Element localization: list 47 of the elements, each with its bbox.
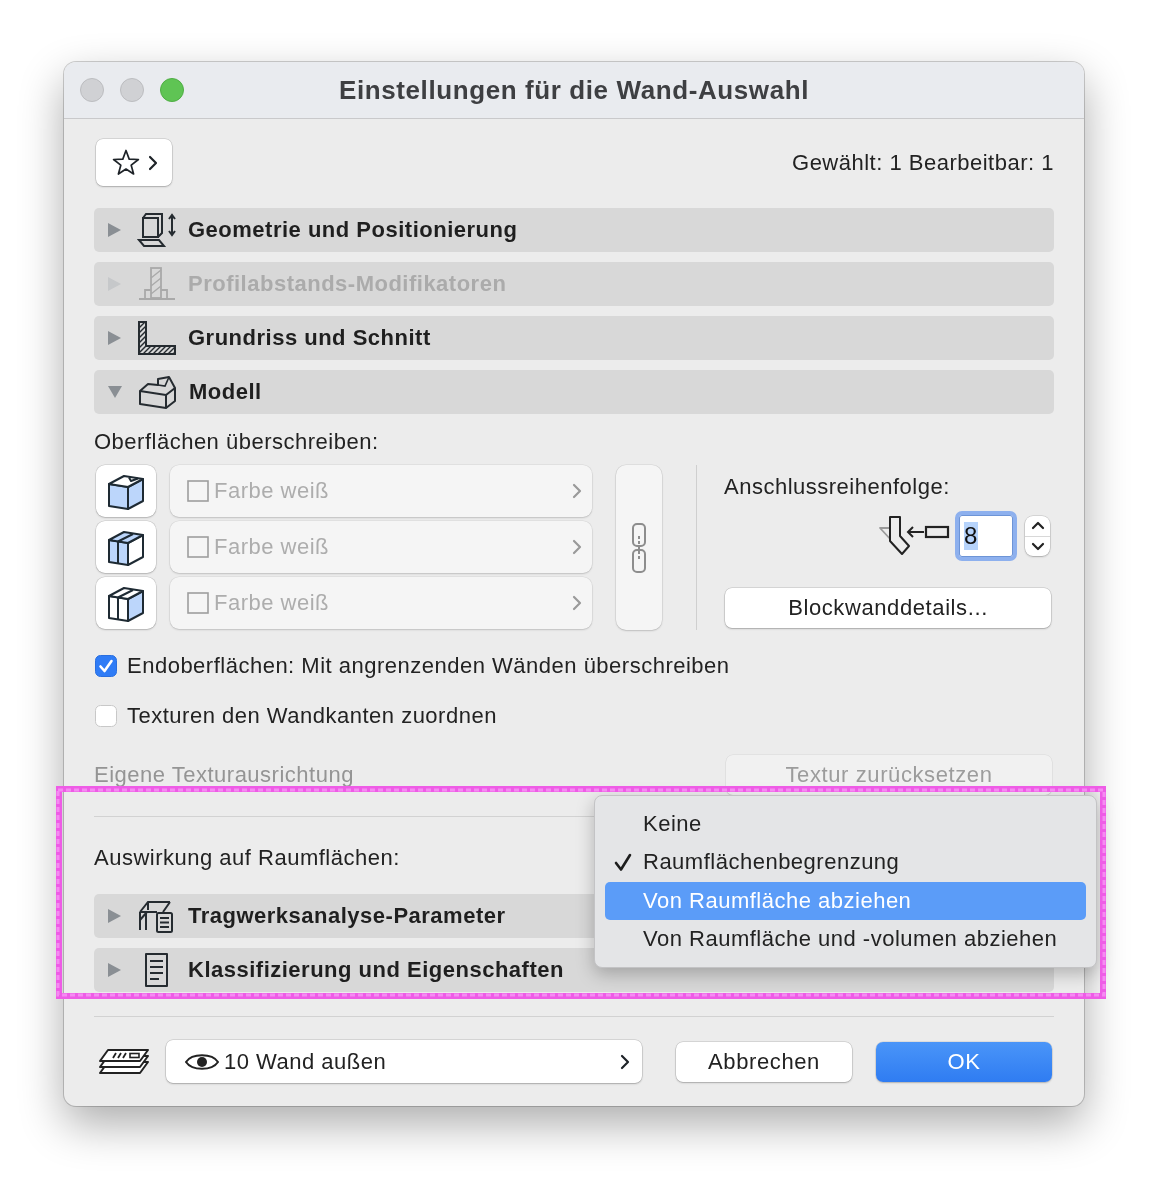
checkbox-label: Endoberflächen: Mit angrenzenden Wänden überschreiben — [127, 653, 730, 679]
chevron-right-icon — [572, 539, 582, 555]
menu-item[interactable]: Raumflächenbegrenzung — [605, 843, 1086, 882]
zoom-button[interactable] — [160, 78, 184, 102]
surface-button[interactable] — [96, 465, 156, 517]
disclosure-triangle-icon[interactable] — [107, 222, 122, 238]
number-field[interactable]: 8 — [955, 511, 1017, 561]
box-height-icon — [137, 212, 177, 248]
menu-item[interactable]: Keine — [605, 805, 1086, 844]
chevron-down-icon[interactable] — [1030, 542, 1045, 551]
wall-junction-icon — [878, 514, 950, 558]
chevron-right-icon — [620, 1053, 630, 1070]
surface-button[interactable] — [96, 577, 156, 629]
chevron-up-icon[interactable] — [1030, 521, 1045, 530]
section-header[interactable]: Grundriss und Schnitt — [94, 316, 1054, 360]
selection-count: Gewählt: 1 Bearbeitbar: 1 — [792, 149, 1054, 176]
disclosure-triangle-icon[interactable] — [107, 908, 122, 924]
checkbox[interactable] — [95, 655, 117, 677]
checkbox-label: Texturen den Wandkanten zuordnen — [127, 703, 497, 729]
link-button[interactable] — [616, 465, 662, 630]
hatched-corner-icon — [137, 320, 177, 356]
details-button[interactable]: Blockwanddetails... — [725, 588, 1051, 628]
close-button[interactable] — [80, 78, 104, 102]
block-icon — [138, 374, 178, 410]
star-icon — [110, 149, 141, 176]
hatched-column-icon — [137, 266, 177, 302]
layer-dropdown[interactable]: 10 Wand außen — [166, 1040, 642, 1083]
cancel-button[interactable]: Abbrechen — [676, 1041, 852, 1082]
window-title: Einstellungen für die Wand-Auswahl — [338, 74, 810, 106]
section-header[interactable]: Modell — [94, 370, 1054, 414]
chevron-right-icon — [147, 154, 158, 171]
section-label: Auswirkung auf Raumflächen: — [94, 846, 400, 870]
disclosure-triangle-icon[interactable] — [107, 385, 123, 399]
field-label: Eigene Texturausrichtung — [94, 762, 354, 788]
field-label: Anschlussreihenfolge: — [724, 475, 950, 499]
surface-button[interactable] — [96, 521, 156, 573]
favorites-button[interactable] — [96, 139, 172, 186]
checkbox[interactable] — [95, 705, 117, 727]
disclosure-triangle-icon[interactable] — [107, 330, 122, 346]
chain-link-icon — [630, 521, 648, 574]
section-label: Oberflächen überschreiben: — [94, 430, 379, 454]
stepper[interactable] — [1025, 516, 1050, 556]
section-header[interactable]: Geometrie und Positionierung — [94, 208, 1054, 252]
minimize-button[interactable] — [120, 78, 144, 102]
chevron-right-icon — [572, 483, 582, 499]
disclosure-triangle-icon[interactable] — [107, 962, 122, 978]
chevron-right-icon — [572, 595, 582, 611]
